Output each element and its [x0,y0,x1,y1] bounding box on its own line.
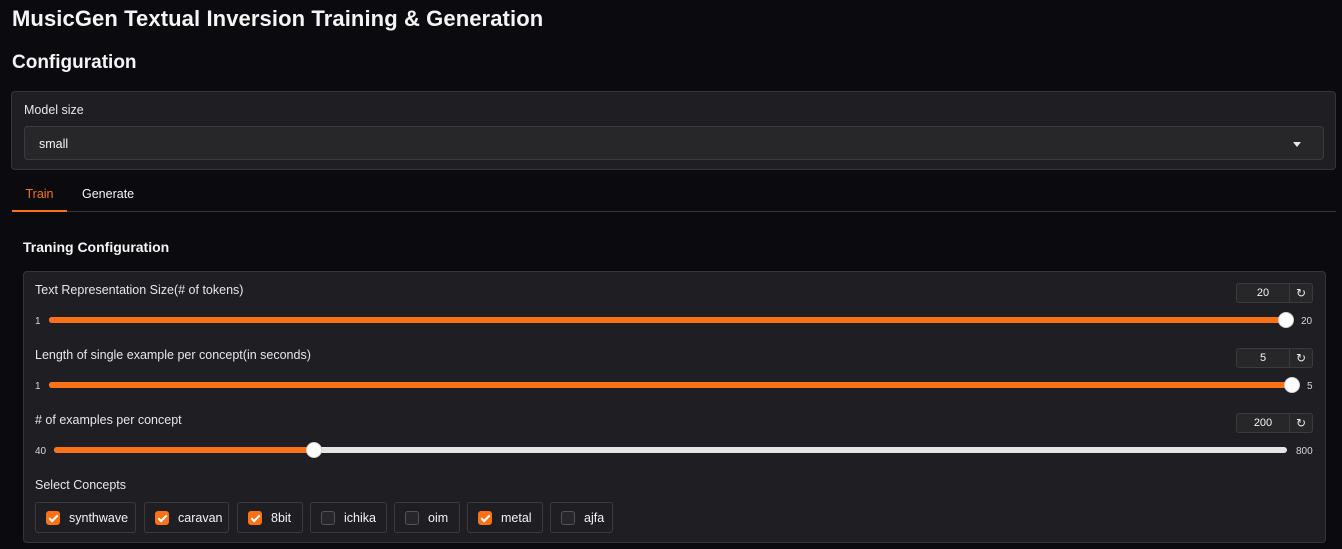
model-size-dropdown[interactable]: small [24,126,1324,160]
checkbox-icon[interactable] [405,511,419,525]
slider-label-length: Length of single example per concept(in … [35,348,311,362]
slider-thumb[interactable] [1284,377,1300,393]
concept-checkbox-synthwave[interactable]: synthwave [35,502,136,533]
page-title: MusicGen Textual Inversion Training & Ge… [12,6,544,31]
concept-label: ichika [344,511,376,525]
model-size-label: Model size [24,103,84,117]
slider-max: 800 [1296,446,1313,457]
concept-checkbox-ichika[interactable]: ichika [310,502,387,533]
concept-checkbox-ajfa[interactable]: ajfa [550,502,613,533]
concept-label: metal [501,511,532,525]
checkbox-icon[interactable] [155,511,169,525]
slider-label-examples: # of examples per concept [35,413,182,427]
slider-fill [49,382,1292,388]
slider-min: 1 [35,381,41,392]
concept-label: 8bit [271,511,292,525]
checkbox-icon[interactable] [248,511,262,525]
training-config-panel: Text Representation Size(# of tokens) 20… [23,271,1326,543]
length-number-input[interactable]: 5 ↻ [1236,348,1313,368]
slider-fill [54,447,314,453]
examples-slider[interactable] [54,447,1287,453]
tab-train[interactable]: Train [12,187,67,212]
tokens-number-input[interactable]: 20 ↻ [1236,283,1313,303]
checkbox-icon[interactable] [561,511,575,525]
training-config-title: Traning Configuration [23,239,170,255]
model-size-value: small [39,137,69,151]
slider-label-tokens: Text Representation Size(# of tokens) [35,283,244,297]
slider-max: 20 [1301,316,1313,327]
checkbox-icon[interactable] [478,511,492,525]
concept-label: ajfa [584,511,605,525]
concept-label: synthwave [69,511,129,525]
tokens-value: 20 [1256,287,1270,299]
slider-min: 40 [35,446,47,457]
checkbox-icon[interactable] [46,511,60,525]
examples-number-input[interactable]: 200 ↻ [1236,413,1313,433]
concept-checkbox-oim[interactable]: oim [394,502,460,533]
tab-bar: Train Generate [12,182,1336,212]
concept-checkbox-metal[interactable]: metal [467,502,543,533]
concept-checkbox-8bit[interactable]: 8bit [237,502,303,533]
slider-min: 1 [35,316,41,327]
length-slider[interactable] [49,382,1292,388]
configuration-heading: Configuration [12,52,137,73]
slider-max: 5 [1307,381,1313,392]
reset-icon[interactable]: ↻ [1289,284,1312,302]
concept-label: caravan [178,511,223,525]
chevron-down-icon [1293,142,1301,147]
concept-label: oim [428,511,449,525]
select-concepts-label: Select Concepts [35,478,127,492]
reset-icon[interactable]: ↻ [1289,414,1312,432]
tab-generate[interactable]: Generate [82,187,134,201]
slider-fill [49,317,1286,323]
reset-icon[interactable]: ↻ [1289,349,1312,367]
length-value: 5 [1259,352,1267,364]
tokens-slider[interactable] [49,317,1286,323]
slider-thumb[interactable] [305,442,322,458]
checkbox-icon[interactable] [321,511,335,525]
model-size-panel: Model size small [11,91,1336,170]
examples-value: 200 [1253,417,1273,429]
concept-checkbox-caravan[interactable]: caravan [144,502,229,533]
slider-thumb[interactable] [1278,312,1294,328]
